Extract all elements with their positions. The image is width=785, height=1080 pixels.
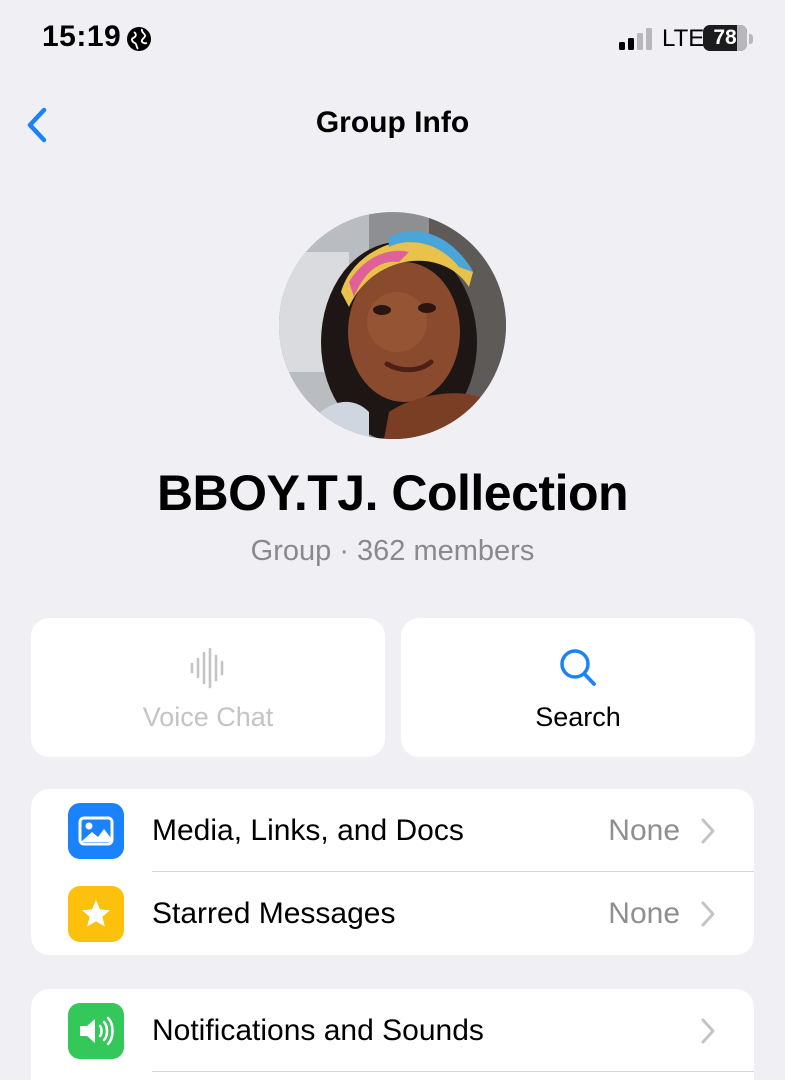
row-label: Starred Messages bbox=[152, 897, 396, 930]
battery-cap bbox=[749, 34, 753, 44]
voice-chat-label: Voice Chat bbox=[142, 702, 274, 732]
battery-percentage: 78 bbox=[713, 26, 737, 49]
search-label: Search bbox=[535, 702, 621, 732]
list-item-media-links-docs[interactable]: Media, Links, and Docs None bbox=[31, 789, 754, 872]
status-time: 15:19 bbox=[42, 20, 122, 53]
notifications-section: Notifications and Sounds bbox=[31, 989, 754, 1080]
search-icon bbox=[560, 649, 596, 686]
row-value: None bbox=[608, 814, 680, 847]
row-label: Notifications and Sounds bbox=[152, 1014, 484, 1047]
speaker-icon bbox=[68, 1003, 124, 1059]
group-info-screen: 15:19 LTE 78 Group Info BBOY.TJ. Collect… bbox=[0, 0, 785, 1080]
network-type-label: LTE bbox=[662, 25, 705, 52]
waveform-icon bbox=[190, 647, 224, 689]
status-bar: 15:19 LTE 78 bbox=[0, 0, 785, 78]
page-title: Group Info bbox=[315, 106, 470, 139]
media-section: Media, Links, and Docs None Starred Mess… bbox=[31, 789, 754, 955]
search-button[interactable]: Search bbox=[401, 618, 755, 757]
voice-chat-button[interactable]: Voice Chat bbox=[31, 618, 385, 757]
list-item-starred-messages[interactable]: Starred Messages None bbox=[31, 872, 754, 955]
photo-icon bbox=[68, 803, 124, 859]
globe-icon bbox=[127, 27, 151, 51]
group-avatar[interactable] bbox=[279, 212, 506, 439]
star-icon bbox=[68, 886, 124, 942]
battery-icon: 78 bbox=[703, 25, 747, 51]
chevron-right-icon bbox=[701, 1018, 715, 1044]
divider bbox=[152, 1071, 754, 1072]
group-subtitle: Group · 362 members bbox=[250, 535, 535, 567]
row-value: None bbox=[608, 897, 680, 930]
chevron-right-icon bbox=[701, 901, 715, 927]
group-name: BBOY.TJ. Collection bbox=[156, 465, 629, 521]
chevron-right-icon bbox=[701, 818, 715, 844]
cellular-signal-icon bbox=[619, 28, 652, 50]
list-item-notifications-sounds[interactable]: Notifications and Sounds bbox=[31, 989, 754, 1072]
row-label: Media, Links, and Docs bbox=[152, 814, 464, 847]
avatar-image bbox=[279, 212, 506, 439]
